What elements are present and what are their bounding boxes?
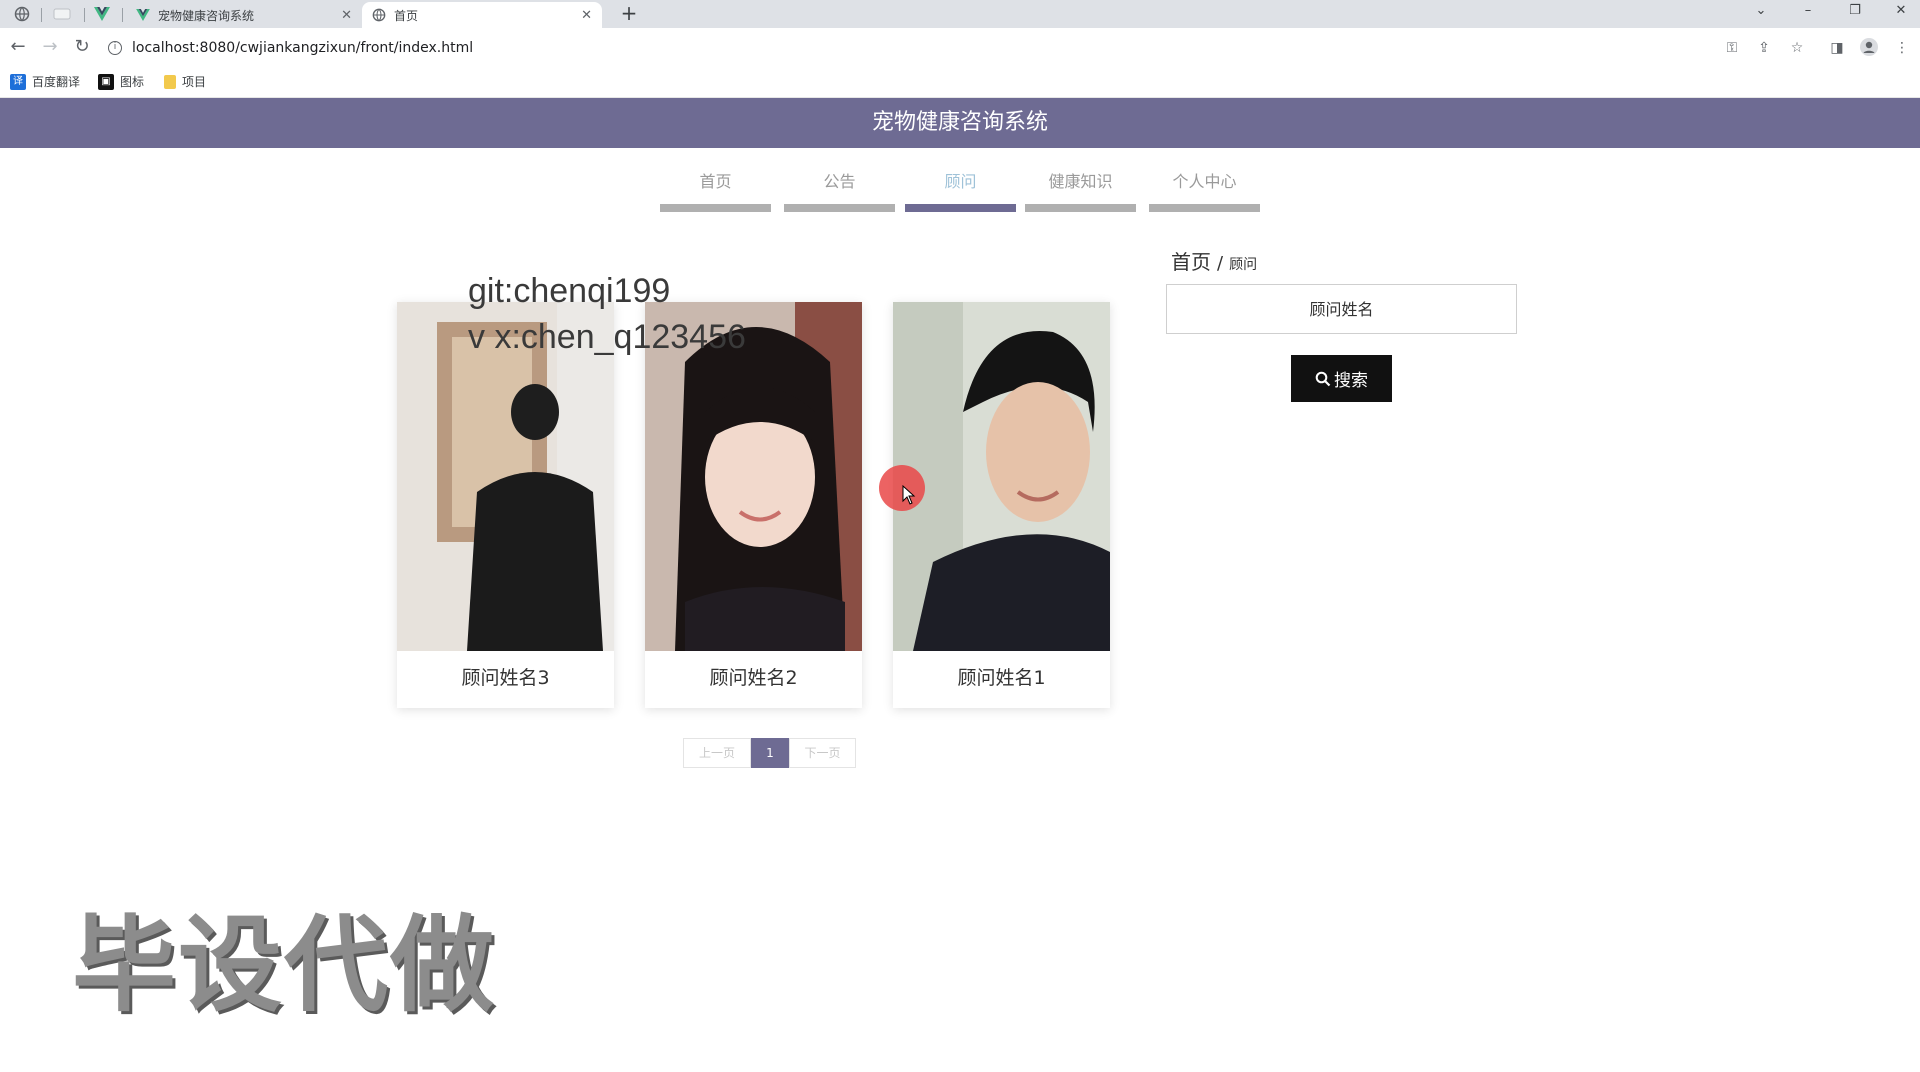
bookmark-label: 图标 <box>120 75 145 89</box>
image-icon: ▣ <box>98 73 114 90</box>
browser-toolbar: ← → ↻ i localhost:8080/cwjiankangzixun/f… <box>0 28 1920 66</box>
bookmark-projects[interactable]: 项目 <box>164 73 206 90</box>
consultant-name[interactable]: 顾问姓名3 <box>397 651 614 708</box>
nav-label: 公告 <box>823 172 856 191</box>
consultant-card[interactable]: 顾问姓名3 <box>397 302 614 708</box>
blank-tab-icon[interactable] <box>48 3 76 25</box>
nav-underline <box>905 204 1016 212</box>
key-icon[interactable]: ⚿ <box>1722 38 1742 58</box>
bookmark-label: 百度翻译 <box>32 75 81 89</box>
nav-label: 首页 <box>699 172 732 191</box>
nav-item-personal-center[interactable]: 个人中心 <box>1149 170 1260 212</box>
address-bar[interactable]: i localhost:8080/cwjiankangzixun/front/i… <box>108 35 1758 61</box>
tab-title: 宠物健康咨询系统 <box>158 8 255 23</box>
close-icon[interactable]: ✕ <box>581 8 592 23</box>
chevron-down-icon[interactable]: ⌄ <box>1744 0 1778 24</box>
pagination: 上一页 1 下一页 <box>683 738 856 768</box>
consultant-name[interactable]: 顾问姓名1 <box>893 651 1110 708</box>
consultant-name-search-input[interactable] <box>1166 284 1517 334</box>
site-title: 宠物健康咨询系统 <box>871 110 1048 135</box>
next-page-button[interactable]: 下一页 <box>789 738 856 768</box>
nav-item-notice[interactable]: 公告 <box>784 170 895 212</box>
nav-item-health-knowledge[interactable]: 健康知识 <box>1025 170 1136 212</box>
star-icon[interactable]: ☆ <box>1787 38 1807 58</box>
breadcrumb-current: 顾问 <box>1229 257 1258 273</box>
minimize-icon[interactable]: – <box>1791 0 1825 24</box>
nav-item-consultant[interactable]: 顾问 <box>905 170 1016 212</box>
new-tab-button[interactable]: + <box>616 2 642 26</box>
reload-icon[interactable]: ↻ <box>70 35 94 59</box>
menu-icon[interactable]: ⋮ <box>1892 38 1912 58</box>
vue-icon[interactable] <box>88 3 116 25</box>
overlay-wechat-text: v x:chen_q123456 <box>468 318 746 356</box>
share-icon[interactable]: ⇪ <box>1754 38 1774 58</box>
forward-icon[interactable]: → <box>38 35 62 59</box>
restore-icon[interactable]: ❐ <box>1838 0 1872 24</box>
search-button-label: 搜索 <box>1334 371 1368 391</box>
side-panel-icon[interactable]: ◨ <box>1827 38 1847 58</box>
nav-label: 个人中心 <box>1172 172 1237 191</box>
nav-underline <box>1149 204 1260 212</box>
consultant-photo[interactable] <box>893 302 1110 651</box>
folder-icon <box>164 74 176 89</box>
breadcrumb-separator: / <box>1217 253 1224 274</box>
nav-underline <box>784 204 895 212</box>
globe-icon[interactable] <box>8 3 36 25</box>
consultant-name[interactable]: 顾问姓名2 <box>645 651 862 708</box>
bookmark-icons[interactable]: ▣ 图标 <box>98 73 144 90</box>
prev-page-button[interactable]: 上一页 <box>683 738 751 768</box>
search-button[interactable]: 搜索 <box>1291 355 1392 402</box>
breadcrumb: 首页 / 顾问 <box>1171 246 1257 275</box>
nav-label: 顾问 <box>944 172 977 191</box>
tab-title: 首页 <box>394 8 419 23</box>
tab-home[interactable]: 首页 ✕ <box>362 2 602 28</box>
back-icon[interactable]: ← <box>6 35 30 59</box>
nav-underline <box>1025 204 1136 212</box>
mouse-cursor-icon <box>902 485 916 505</box>
translate-icon: 译 <box>10 73 26 90</box>
consultant-card[interactable]: 顾问姓名1 <box>893 302 1110 708</box>
page-number-button[interactable]: 1 <box>751 738 789 768</box>
bookmark-label: 项目 <box>182 75 207 89</box>
nav-item-home[interactable]: 首页 <box>660 170 771 212</box>
browser-tabstrip: 宠物健康咨询系统 ✕ 首页 ✕ + ⌄ – ❐ ✕ <box>0 0 1920 28</box>
profile-icon[interactable] <box>1859 38 1879 58</box>
main-nav: 首页 公告 顾问 健康知识 个人中心 <box>660 170 1260 212</box>
close-window-icon[interactable]: ✕ <box>1884 0 1918 24</box>
nav-underline <box>660 204 771 212</box>
bookmarks-bar: 译 百度翻译 ▣ 图标 项目 <box>0 66 1920 98</box>
consultant-card[interactable]: 顾问姓名2 <box>645 302 862 708</box>
vue-icon <box>136 9 150 21</box>
site-header: 宠物健康咨询系统 <box>0 98 1920 148</box>
breadcrumb-home[interactable]: 首页 <box>1171 246 1211 275</box>
url-text: localhost:8080/cwjiankangzixun/front/ind… <box>132 40 474 56</box>
search-icon <box>1315 371 1331 386</box>
tab-system[interactable]: 宠物健康咨询系统 ✕ <box>126 2 362 28</box>
nav-label: 健康知识 <box>1048 172 1113 191</box>
close-icon[interactable]: ✕ <box>341 8 352 23</box>
globe-icon <box>372 8 386 22</box>
info-icon[interactable]: i <box>108 41 122 55</box>
overlay-git-text: git:chenqi199 <box>468 272 671 310</box>
watermark-text: 毕设代做 <box>72 904 497 1026</box>
bookmark-baidu-translate[interactable]: 译 百度翻译 <box>10 73 80 90</box>
